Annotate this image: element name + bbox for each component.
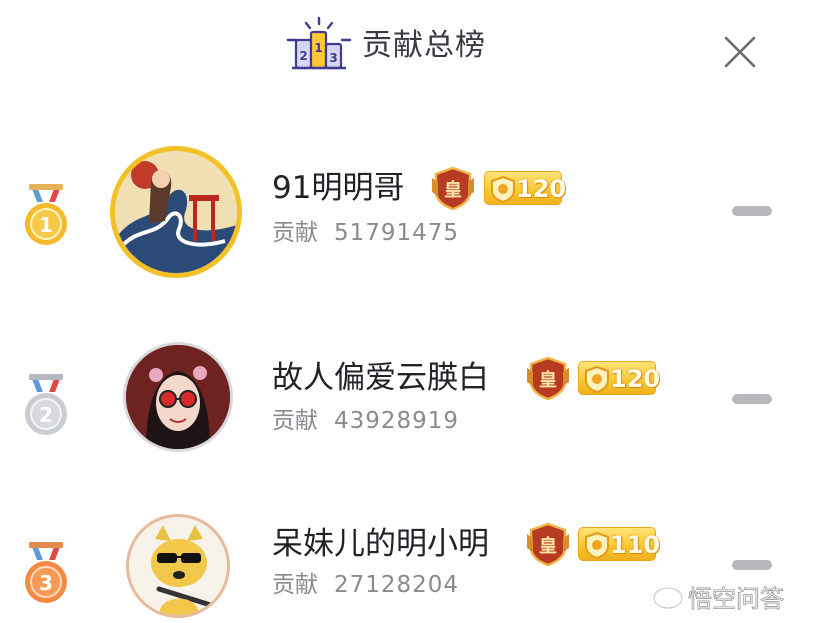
header: 2 1 3 贡献总榜 [0, 0, 816, 100]
bronze-medal-icon: 3 [25, 542, 67, 603]
level-shield-icon [585, 531, 609, 559]
emperor-badge-icon: 皇 [527, 522, 569, 566]
leaderboard-row-2[interactable]: 2 故人偏爱云朠白 皇 120 贡献 43928919 [0, 328, 816, 478]
level-badge: 120 [578, 361, 660, 395]
close-icon[interactable] [722, 34, 758, 70]
emperor-badge-icon: 皇 [527, 356, 569, 400]
contribution: 贡献 27128204 [272, 570, 459, 600]
svg-text:3: 3 [329, 51, 337, 65]
svg-text:2: 2 [39, 403, 53, 427]
level-badge: 110 [578, 527, 660, 561]
trend-indicator [732, 206, 772, 216]
svg-text:皇: 皇 [444, 179, 462, 201]
avatar-image [115, 151, 237, 273]
svg-text:3: 3 [39, 571, 53, 595]
contribution-leaderboard-panel: 2 1 3 贡献总榜 1 91明明哥 皇 120 贡献 51791475 2 故… [0, 0, 816, 623]
contribution-value: 27128204 [334, 572, 460, 598]
svg-text:皇: 皇 [539, 535, 557, 557]
contribution: 贡献 43928919 [272, 406, 459, 436]
level-number: 110 [610, 531, 661, 559]
emperor-badge-icon: 皇 [432, 166, 474, 210]
level-shield-icon [491, 175, 515, 203]
trend-indicator [732, 394, 772, 404]
level-shield-icon [585, 365, 609, 393]
level-badge: 120 [484, 171, 566, 205]
avatar[interactable] [123, 342, 233, 452]
silver-medal-icon: 2 [25, 374, 67, 435]
svg-text:1: 1 [314, 41, 322, 55]
podium-icon: 2 1 3 [286, 16, 352, 70]
watermark: 悟空问答 [652, 580, 810, 614]
level-number: 120 [610, 365, 661, 393]
username[interactable]: 呆妹儿的明小明 [272, 524, 489, 564]
username[interactable]: 故人偏爱云朠白 [272, 358, 489, 398]
svg-text:2: 2 [299, 49, 307, 63]
avatar-image [126, 345, 230, 449]
contribution-label: 贡献 [272, 220, 318, 246]
username[interactable]: 91明明哥 [272, 168, 404, 208]
contribution-label: 贡献 [272, 572, 318, 598]
gold-medal-icon: 1 [25, 184, 67, 245]
svg-text:悟空问答: 悟空问答 [688, 585, 784, 613]
avatar-image [129, 517, 227, 615]
contribution-value: 51791475 [334, 220, 460, 246]
level-number: 120 [516, 175, 567, 203]
avatar[interactable] [110, 146, 242, 278]
contribution-value: 43928919 [334, 408, 460, 434]
svg-text:皇: 皇 [539, 369, 557, 391]
leaderboard-row-1[interactable]: 1 91明明哥 皇 120 贡献 51791475 [0, 138, 816, 288]
trend-indicator [732, 560, 772, 570]
page-title: 贡献总榜 [362, 28, 486, 63]
contribution: 贡献 51791475 [272, 218, 459, 248]
wukong-logo-icon: 悟空问答 [652, 585, 784, 613]
svg-text:1: 1 [39, 213, 53, 237]
avatar[interactable] [126, 514, 230, 618]
contribution-label: 贡献 [272, 408, 318, 434]
